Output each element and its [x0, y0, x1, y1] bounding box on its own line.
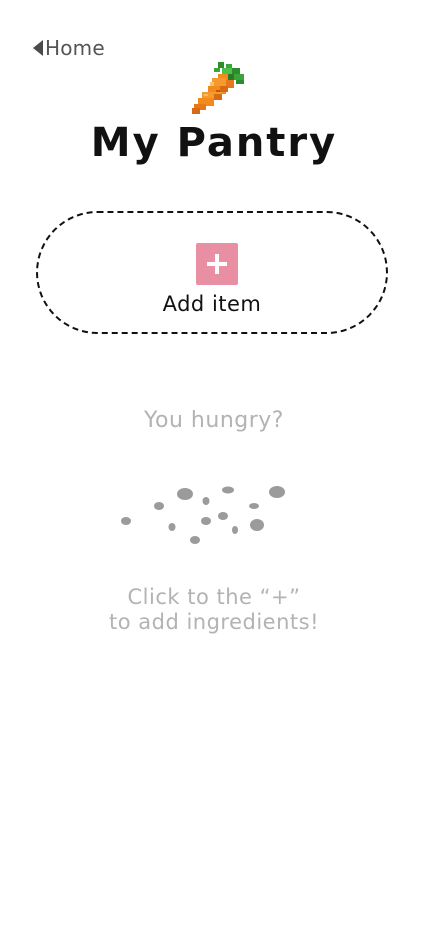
empty-state-heading: You hungry? — [144, 408, 284, 433]
back-arrow-icon — [33, 40, 43, 56]
empty-state-hint-line2: to add ingredients! — [108, 610, 319, 634]
crumbs-icon — [121, 486, 285, 544]
page-title: My Pantry — [90, 120, 338, 166]
empty-state-hint-line1: Click to the “+” — [127, 585, 301, 609]
back-home-button[interactable]: Home — [33, 36, 105, 60]
add-item-button[interactable]: Add item — [36, 211, 388, 334]
back-home-label: Home — [45, 36, 105, 60]
carrot-icon — [192, 62, 244, 114]
empty-state-hint: Click to the “+” to add ingredients! — [0, 585, 428, 635]
add-item-label: Add item — [162, 292, 262, 316]
plus-icon — [196, 243, 238, 285]
